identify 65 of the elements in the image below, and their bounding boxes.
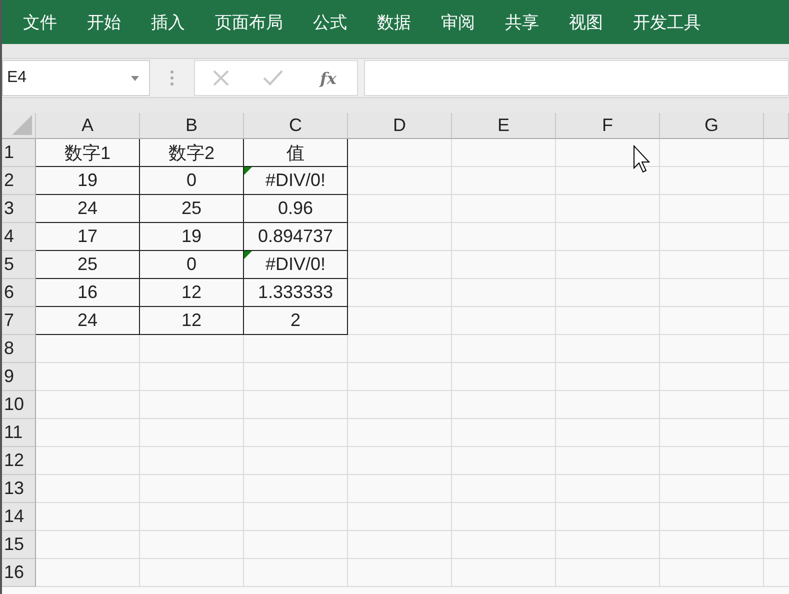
row-header[interactable]: 8	[2, 335, 36, 363]
table-cell: 0.894737	[244, 223, 348, 251]
checkmark-icon[interactable]	[262, 70, 283, 86]
row-header[interactable]: 12	[2, 447, 36, 475]
select-all-triangle-icon[interactable]	[12, 115, 32, 135]
row-header[interactable]: 10	[2, 391, 36, 419]
table-cell: 17	[36, 223, 140, 251]
table-cell: 数字2	[140, 139, 244, 167]
row-header[interactable]: 14	[2, 503, 36, 531]
table-cell: 0.96	[244, 195, 348, 223]
row-header[interactable]: 4	[2, 223, 36, 251]
table-cell: 19	[140, 223, 244, 251]
table-cell: 19	[36, 167, 140, 195]
ribbon-tab[interactable]: 开始	[72, 0, 136, 44]
ribbon-tab[interactable]: 页面布局	[200, 0, 298, 44]
row-header[interactable]: 9	[2, 363, 36, 391]
row-header[interactable]: 16	[2, 559, 36, 587]
table-cell: 0	[140, 251, 244, 279]
insert-function-button[interactable]: fx	[316, 68, 340, 88]
row-header[interactable]: 15	[2, 531, 36, 559]
ribbon-tab[interactable]: 公式	[298, 0, 362, 44]
table-cell: 24	[36, 307, 140, 335]
row-header[interactable]: 5	[2, 251, 36, 279]
ribbon-tab[interactable]: 数据	[362, 0, 426, 44]
row-header[interactable]: 6	[2, 279, 36, 307]
name-box[interactable]: E4	[2, 60, 150, 96]
table-cell: #DIV/0!	[244, 167, 348, 195]
column-header[interactable]: A	[36, 113, 140, 139]
column-header[interactable]: G	[660, 113, 764, 139]
table-cell: 12	[140, 279, 244, 307]
row-header[interactable]: 11	[2, 419, 36, 447]
table-cell: 数字1	[36, 139, 140, 167]
cancel-icon[interactable]	[212, 69, 230, 87]
table-cell: 12	[140, 307, 244, 335]
row-header[interactable]: 3	[2, 195, 36, 223]
row-header[interactable]: 7	[2, 307, 36, 335]
table-cell: 0	[140, 167, 244, 195]
column-header[interactable]: E	[452, 113, 556, 139]
formula-input-field[interactable]	[364, 60, 789, 96]
table-cell: 24	[36, 195, 140, 223]
table-cell: 值	[244, 139, 348, 167]
row-header[interactable]: 13	[2, 475, 36, 503]
drag-handle-icon[interactable]	[170, 69, 174, 87]
table-cell: 2	[244, 307, 348, 335]
ribbon-tab[interactable]: 文件	[8, 0, 72, 44]
column-header[interactable]: C	[244, 113, 348, 139]
column-header[interactable]: D	[348, 113, 452, 139]
mouse-pointer-icon	[633, 145, 653, 175]
column-header[interactable]: B	[140, 113, 244, 139]
row-header[interactable]: 2	[2, 167, 36, 195]
dropdown-caret-icon[interactable]	[131, 76, 139, 80]
table-cell: 25	[36, 251, 140, 279]
ribbon-tab[interactable]: 视图	[554, 0, 618, 44]
select-all-button[interactable]	[2, 113, 36, 139]
table-cell: 16	[36, 279, 140, 307]
ribbon-tab[interactable]: 插入	[136, 0, 200, 44]
ribbon-tab[interactable]: 审阅	[426, 0, 490, 44]
row-header[interactable]: 1	[2, 139, 36, 167]
table-cell: 25	[140, 195, 244, 223]
column-header[interactable]: F	[556, 113, 660, 139]
table-cell: #DIV/0!	[244, 251, 348, 279]
column-header-strip	[764, 113, 789, 139]
ribbon-tab[interactable]: 开发工具	[618, 0, 716, 44]
table-cell: 1.333333	[244, 279, 348, 307]
ribbon-tab[interactable]: 共享	[490, 0, 554, 44]
